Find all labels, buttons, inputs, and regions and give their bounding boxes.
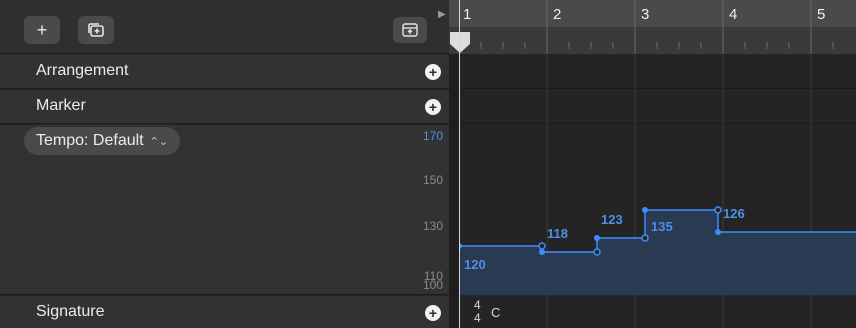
track-label: Signature xyxy=(36,303,105,320)
tempo-value-label: 123 xyxy=(601,212,623,227)
tempo-curve[interactable]: 120 118 123 135 126 4 4 C xyxy=(459,0,856,328)
add-track-button[interactable]: + xyxy=(24,16,60,44)
track-header-signature[interactable]: Signature + xyxy=(0,296,449,328)
tempo-scale-label: 100 xyxy=(422,278,443,292)
time-signature-top: 4 xyxy=(474,298,481,312)
upload-box-icon xyxy=(402,23,418,37)
tempo-point[interactable] xyxy=(641,234,649,242)
duplicate-track-button[interactable] xyxy=(78,16,114,44)
add-arrangement-button[interactable]: + xyxy=(425,64,441,80)
tempo-point[interactable] xyxy=(715,229,721,235)
duplicate-track-icon xyxy=(88,23,104,37)
add-signature-button[interactable]: + xyxy=(425,305,441,321)
tempo-scale-label: 170 xyxy=(422,129,443,143)
tempo-value-label: 120 xyxy=(464,257,486,272)
plus-icon: + xyxy=(428,305,438,321)
tempo-scale-label: 130 xyxy=(422,219,443,233)
track-header-marker[interactable]: Marker + xyxy=(0,90,449,124)
track-label: Marker xyxy=(36,97,86,114)
global-tracks-header: + xyxy=(0,0,449,54)
add-marker-button[interactable]: + xyxy=(425,99,441,115)
chevron-updown-icon: ⌃⌄ xyxy=(149,135,169,148)
plus-icon: + xyxy=(36,20,48,40)
time-signature-bottom: 4 xyxy=(474,311,481,325)
tempo-selector-label: Tempo: Default xyxy=(36,132,144,149)
tempo-value-label: 126 xyxy=(723,206,745,221)
collapse-tracks-button[interactable] xyxy=(393,17,427,43)
tempo-selector[interactable]: Tempo: Default ⌃⌄ xyxy=(24,127,181,155)
tempo-value-label: 118 xyxy=(547,226,568,241)
ruler-arrow-icon: ▶ xyxy=(438,9,446,20)
plus-icon: + xyxy=(428,99,438,115)
tempo-scale-label: 150 xyxy=(422,173,443,187)
plus-icon: + xyxy=(428,64,438,80)
tempo-value-label: 135 xyxy=(651,219,673,234)
tempo-point[interactable] xyxy=(593,248,601,256)
tempo-point[interactable] xyxy=(539,249,545,255)
key-signature: C xyxy=(491,305,500,320)
tempo-point[interactable] xyxy=(594,235,600,241)
track-label: Arrangement xyxy=(36,62,129,79)
tempo-point[interactable] xyxy=(538,242,546,250)
playhead[interactable] xyxy=(459,0,460,328)
tempo-point[interactable] xyxy=(642,207,648,213)
track-header-arrangement[interactable]: Arrangement + xyxy=(0,55,449,89)
tempo-point[interactable] xyxy=(714,206,722,214)
